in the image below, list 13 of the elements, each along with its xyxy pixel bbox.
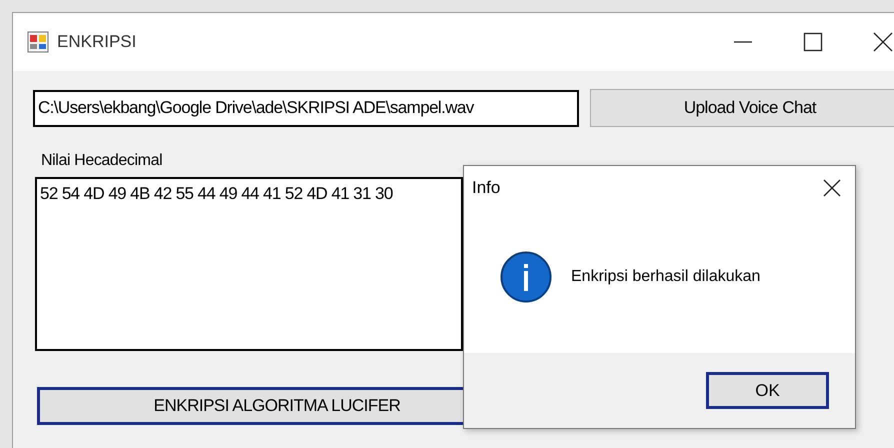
- close-icon[interactable]: [873, 32, 893, 52]
- app-icon: [27, 31, 49, 53]
- upload-button[interactable]: Upload Voice Chat: [590, 89, 894, 127]
- hex-text-area[interactable]: 52 54 4D 49 4B 42 55 44 49 44 41 52 4D 41 31 30: [35, 177, 463, 351]
- dialog-message: Enkripsi berhasil dilakukan: [571, 266, 760, 286]
- file-path-field[interactable]: C:\Users\ekbang\Google Drive\ade\SKRIPSI ADE\sampel.wav: [33, 90, 579, 126]
- window-title: ENKRIPSI: [57, 31, 136, 54]
- hex-label: Nilai Hecadecimal: [41, 151, 164, 171]
- info-icon: [500, 250, 552, 302]
- dialog-title: Info: [472, 177, 500, 200]
- maximize-icon[interactable]: [803, 32, 823, 52]
- ok-button[interactable]: OK: [706, 372, 829, 409]
- close-icon[interactable]: [823, 179, 841, 197]
